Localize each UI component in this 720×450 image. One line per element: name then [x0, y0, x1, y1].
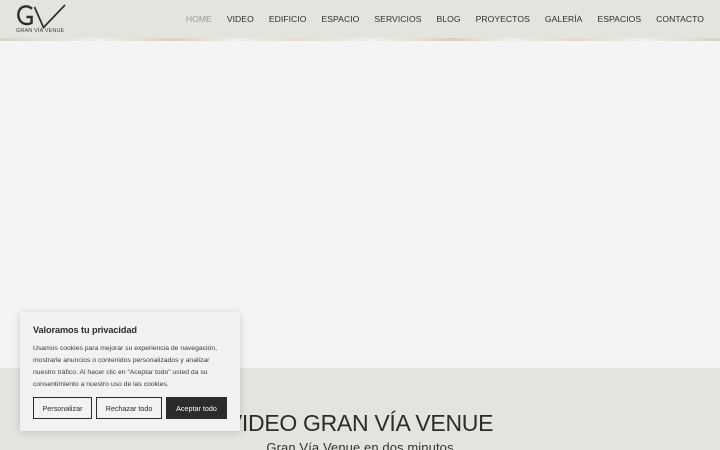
- reject-all-button[interactable]: Rechazar todo: [96, 397, 162, 419]
- video-section-subtitle: Gran Vía Venue en dos minutos: [266, 440, 454, 450]
- nav-item-edificio[interactable]: EDIFICIO: [269, 14, 307, 24]
- page: GRAN VÍA VENUE HOME VIDEO EDIFICIO ESPAC…: [0, 0, 720, 450]
- nav-item-espacios[interactable]: ESPACIOS: [597, 14, 641, 24]
- site-logo[interactable]: GRAN VÍA VENUE: [16, 4, 68, 37]
- nav-item-contacto[interactable]: CONTACTO: [656, 14, 704, 24]
- cookie-banner: Valoramos tu privacidad Usamos cookies p…: [20, 312, 240, 431]
- logo-text: GRAN VÍA VENUE: [16, 28, 65, 34]
- nav-item-blog[interactable]: BLOG: [437, 14, 461, 24]
- nav-item-servicios[interactable]: SERVICIOS: [374, 14, 421, 24]
- nav-item-espacio[interactable]: ESPACIO: [321, 14, 359, 24]
- main-nav: HOME VIDEO EDIFICIO ESPACIO SERVICIOS BL…: [186, 14, 704, 24]
- site-header: GRAN VÍA VENUE HOME VIDEO EDIFICIO ESPAC…: [0, 0, 720, 40]
- nav-item-galeria[interactable]: GALERÍA: [545, 14, 583, 24]
- nav-item-home[interactable]: HOME: [186, 14, 212, 24]
- customize-button[interactable]: Personalizar: [33, 397, 92, 419]
- cookie-banner-title: Valoramos tu privacidad: [33, 325, 137, 335]
- gv-logo-icon: [17, 4, 66, 30]
- nav-item-proyectos[interactable]: PROYECTOS: [476, 14, 530, 24]
- cookie-banner-buttons: Personalizar Rechazar todo Aceptar todo: [33, 397, 227, 419]
- nav-item-video[interactable]: VIDEO: [227, 14, 254, 24]
- accept-all-button[interactable]: Aceptar todo: [166, 397, 227, 419]
- cookie-banner-text: Usamos cookies para mejorar su experienc…: [33, 345, 217, 388]
